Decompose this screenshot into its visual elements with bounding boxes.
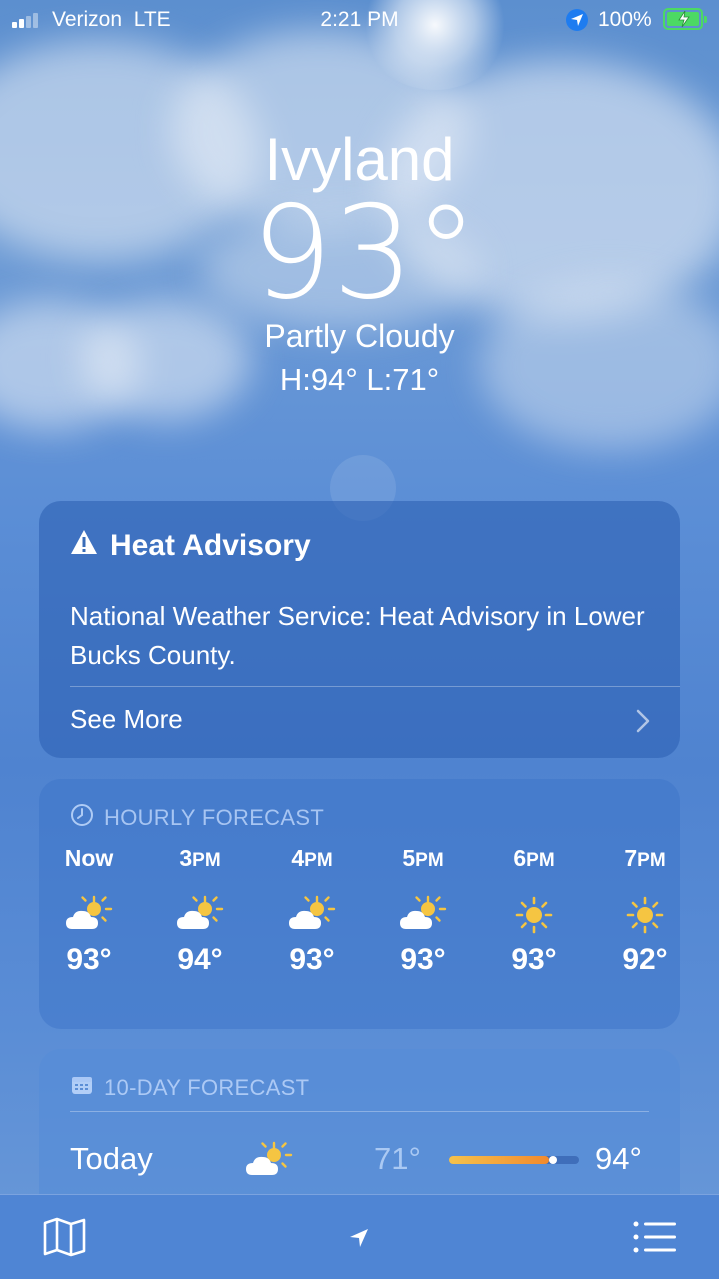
partly-cloudy-icon — [373, 873, 473, 943]
status-bar: Verizon LTE 2:21 PM 100% — [0, 0, 719, 40]
hourly-scroll-list[interactable]: Now 93° 3PM 94° 4PM 93° 5PM 93° 6PM 93° 7PM 92° — [39, 845, 680, 1015]
map-icon[interactable] — [43, 1217, 87, 1262]
clock-icon — [70, 803, 94, 833]
see-more-link[interactable]: See More — [70, 704, 183, 735]
ten-day-heading-text: 10-DAY FORECAST — [104, 1075, 310, 1100]
hour-label: 4PM — [291, 845, 333, 871]
battery-charging-icon — [663, 8, 707, 30]
partly-cloudy-icon — [262, 873, 362, 943]
hour-temp: 93° — [66, 943, 112, 976]
sun-icon — [484, 873, 584, 943]
hourly-heading-text: HOURLY FORECAST — [104, 805, 325, 830]
ten-day-heading: 10-DAY FORECAST — [70, 1073, 309, 1103]
hour-item: 7PM 92° — [595, 845, 680, 977]
divider — [70, 686, 680, 687]
hour-item: 3PM 94° — [150, 845, 250, 977]
hour-item: 4PM 93° — [262, 845, 362, 977]
partly-cloudy-icon — [150, 873, 250, 943]
current-temp-marker — [549, 1156, 557, 1164]
list-icon[interactable] — [633, 1221, 677, 1258]
hour-label: 6PM — [513, 845, 555, 871]
hourly-forecast-heading: HOURLY FORECAST — [70, 803, 324, 833]
advisory-title-text: Heat Advisory — [110, 529, 311, 562]
location-arrow-icon[interactable] — [348, 1227, 370, 1254]
sun-icon — [595, 873, 680, 943]
partly-cloudy-icon — [39, 873, 139, 943]
hour-item: 5PM 93° — [373, 845, 473, 977]
hourly-forecast-card[interactable]: HOURLY FORECAST Now 93° 3PM 94° 4PM 93° 5PM 93°… — [39, 779, 680, 1029]
battery-percent: 100% — [598, 8, 652, 31]
partly-cloudy-icon — [244, 1141, 294, 1186]
hour-temp: 92° — [622, 943, 668, 976]
current-condition: Partly Cloudy — [264, 318, 455, 354]
divider — [70, 1111, 649, 1112]
hour-temp: 93° — [400, 943, 446, 976]
heat-advisory-card[interactable]: Heat Advisory National Weather Service: … — [39, 501, 680, 758]
day-label: Today — [70, 1141, 153, 1176]
hour-item: 6PM 93° — [484, 845, 584, 977]
hour-label: 5PM — [402, 845, 444, 871]
low-temp: 71° — [374, 1141, 421, 1176]
calendar-icon — [70, 1073, 94, 1103]
hour-temp: 94° — [177, 943, 223, 976]
hour-temp: 93° — [289, 943, 335, 976]
hour-label: 7PM — [624, 845, 666, 871]
advisory-body: National Weather Service: Heat Advisory … — [70, 601, 645, 670]
chevron-right-icon — [636, 709, 650, 738]
bottom-toolbar — [0, 1194, 719, 1279]
current-temperature: 93° — [251, 179, 478, 328]
advisory-title: Heat Advisory — [70, 529, 311, 563]
location-services-icon — [566, 9, 588, 31]
hour-label: Now — [64, 845, 114, 871]
high-low: H:94° L:71° — [279, 362, 440, 397]
hour-item: Now 93° — [39, 845, 139, 977]
warning-triangle-icon — [70, 529, 98, 563]
hour-temp: 93° — [511, 943, 557, 976]
temperature-range-bar — [449, 1156, 579, 1164]
high-temp: 94° — [595, 1141, 642, 1176]
hour-label: 3PM — [179, 845, 221, 871]
